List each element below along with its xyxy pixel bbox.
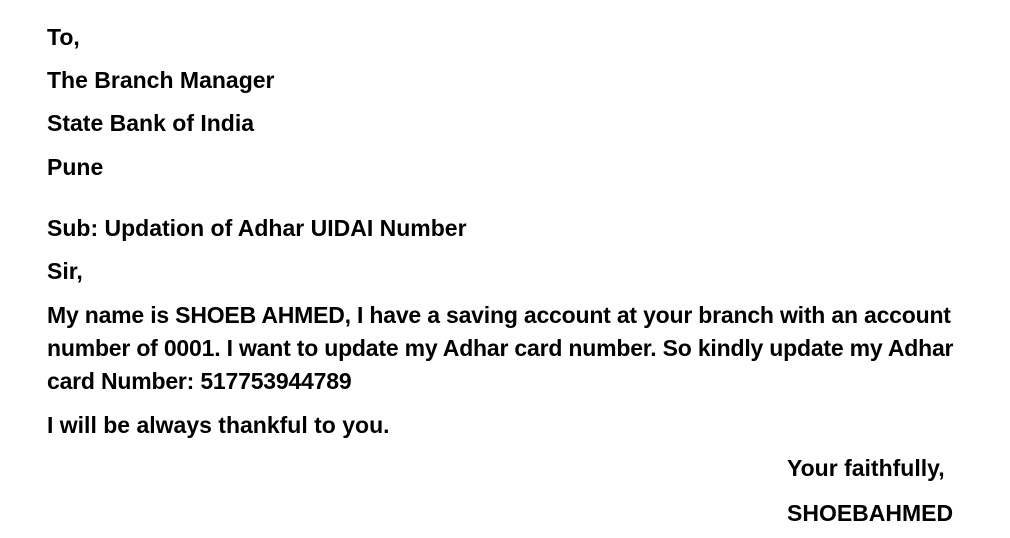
recipient-title: The Branch Manager <box>47 67 275 93</box>
closing-line: I will be always thankful to you. <box>47 412 390 438</box>
letter-document: To, The Branch Manager State Bank of Ind… <box>0 0 1010 538</box>
signature-name: SHOEBAHMED <box>787 500 954 526</box>
recipient-city: Pune <box>47 154 104 180</box>
subject-line: Sub: Updation of Adhar UIDAI Number <box>47 215 467 241</box>
sign-off: Your faithfully, <box>787 455 945 481</box>
greeting: Sir, <box>47 258 83 284</box>
body-paragraph: My name is SHOEB AHMED, I have a saving … <box>47 302 954 394</box>
recipient-bank: State Bank of India <box>47 110 255 136</box>
to-line: To, <box>47 24 80 50</box>
